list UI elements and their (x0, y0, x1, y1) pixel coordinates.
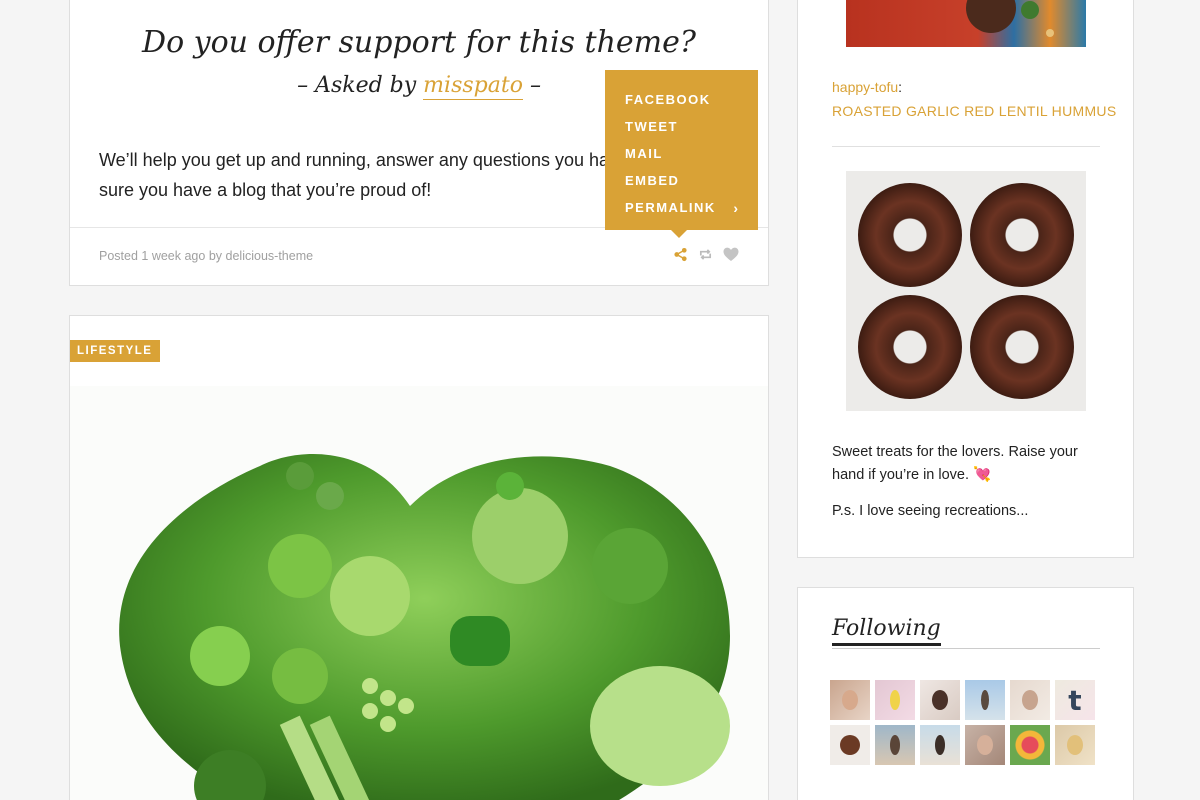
asker-link[interactable]: misspato (423, 73, 523, 100)
share-permalink[interactable]: PERMALINK › (605, 194, 758, 221)
chevron-right-icon: › (733, 199, 738, 216)
share-popover: FACEBOOK TWEET MAIL EMBED PERMALINK › (605, 70, 758, 238)
post-actions (673, 247, 739, 262)
avatar[interactable] (875, 680, 915, 720)
share-icon[interactable] (673, 247, 688, 262)
reblog-colon: : (898, 79, 903, 95)
category-tag[interactable]: LIFESTYLE (70, 340, 161, 362)
share-mail-label: MAIL (625, 146, 663, 161)
share-permalink-label: PERMALINK (625, 200, 716, 215)
share-facebook-label: FACEBOOK (625, 92, 711, 107)
sidebar-post-text: Sweet treats for the lovers. Raise your … (832, 444, 1078, 483)
donut-shape (858, 295, 962, 399)
avatar[interactable] (1055, 725, 1095, 765)
avatar[interactable] (1010, 680, 1050, 720)
donut-shape (970, 183, 1074, 287)
share-tweet[interactable]: TWEET (605, 113, 758, 140)
following-underline (832, 648, 1100, 649)
share-tweet-label: TWEET (625, 119, 678, 134)
avatar[interactable] (1010, 725, 1050, 765)
vegetable-heart-photo[interactable] (70, 386, 768, 800)
tumblr-logo-icon: t (1068, 683, 1082, 717)
tumblr-avatar[interactable]: t (1055, 680, 1095, 720)
like-heart-icon[interactable] (723, 247, 739, 262)
byline-suffix: – (529, 73, 541, 98)
following-avatars: t (830, 680, 1102, 765)
donut-shape (970, 295, 1074, 399)
avatar[interactable] (965, 725, 1005, 765)
reblog-icon[interactable] (698, 247, 713, 262)
avatar[interactable] (830, 680, 870, 720)
avatar[interactable] (965, 680, 1005, 720)
post-time-link[interactable]: 1 week ago (141, 249, 205, 263)
share-mail[interactable]: MAIL (605, 140, 758, 167)
donuts-photo[interactable] (846, 171, 1086, 411)
donut-shape (858, 183, 962, 287)
share-facebook[interactable]: FACEBOOK (605, 86, 758, 113)
post-author-link[interactable]: delicious-theme (226, 249, 314, 263)
avatar[interactable] (875, 725, 915, 765)
avatar[interactable] (920, 680, 960, 720)
share-embed-label: EMBED (625, 173, 680, 188)
sidebar-recent-posts: happy-tofu: ROASTED GARLIC RED LENTIL HU… (797, 0, 1134, 558)
meta-by: by (208, 249, 223, 263)
byline-prefix: – Asked by (297, 73, 417, 98)
hummus-photo[interactable] (846, 0, 1086, 47)
vegetable-heart-illustration (119, 454, 730, 800)
share-embed[interactable]: EMBED (605, 167, 758, 194)
sidebar-divider (832, 146, 1100, 147)
sidebar-post-text-2: P.s. I love seeing recreations... (832, 503, 1029, 519)
sidebar-following: Following t (797, 587, 1134, 800)
meta-prefix: Posted (99, 249, 138, 263)
following-title: Following (832, 616, 941, 646)
photo-post-card: LIFESTYLE (69, 315, 769, 800)
avatar[interactable] (920, 725, 960, 765)
ask-question: Do you offer support for this theme? (142, 25, 696, 60)
reblog-source: happy-tofu: (832, 79, 902, 95)
avatar[interactable] (830, 725, 870, 765)
reblog-user-link[interactable]: happy-tofu (832, 79, 898, 95)
reblog-title-link[interactable]: ROASTED GARLIC RED LENTIL HUMMUS (832, 103, 1116, 119)
post-meta: Posted 1 week ago by delicious-theme (99, 249, 313, 263)
